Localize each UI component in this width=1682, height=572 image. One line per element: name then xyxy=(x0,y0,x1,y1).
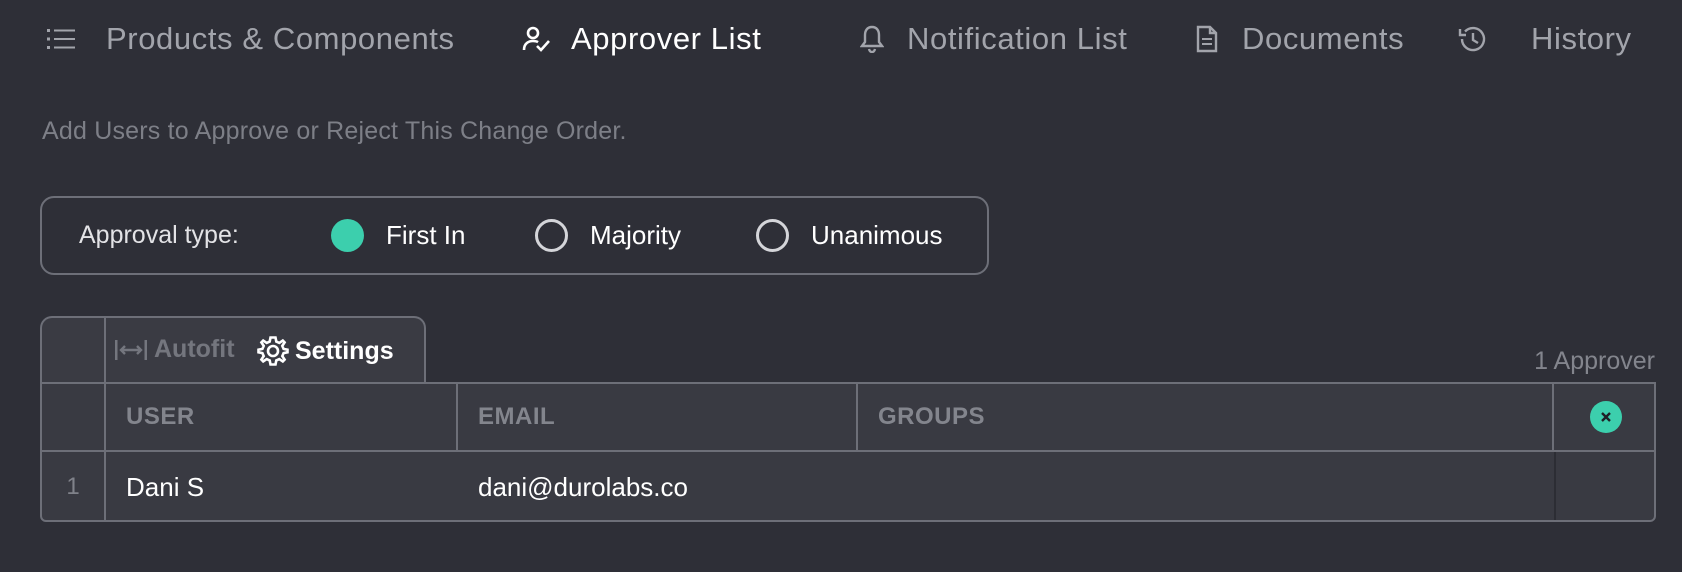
autofit-icon xyxy=(114,338,148,362)
tab-documents[interactable]: Documents xyxy=(1192,18,1404,60)
cell-groups[interactable] xyxy=(858,452,1554,520)
helper-text: Add Users to Approve or Reject This Chan… xyxy=(42,117,627,145)
document-icon xyxy=(1192,24,1222,54)
row-actions-cell xyxy=(1554,452,1654,520)
settings-button[interactable]: Settings xyxy=(257,335,394,367)
tab-bar: Products & Components Approver List Noti… xyxy=(0,0,1682,78)
close-icon xyxy=(1601,412,1611,422)
radio-unanimous[interactable]: Unanimous xyxy=(756,219,943,252)
tab-notification-list[interactable]: Notification List xyxy=(857,18,1127,60)
tab-label: Products & Components xyxy=(106,21,455,56)
user-name: Dani S xyxy=(126,471,205,502)
tab-products-components[interactable]: Products & Components xyxy=(46,18,455,60)
header-index-cell xyxy=(42,384,106,450)
approval-type-group: Approval type: First In Majority Unanimo… xyxy=(40,196,989,275)
tab-approver-list[interactable]: Approver List xyxy=(521,18,761,60)
user-email: dani@durolabs.co xyxy=(478,471,688,502)
clear-all-button[interactable] xyxy=(1590,401,1622,433)
radio-label: Majority xyxy=(590,220,682,250)
settings-label: Settings xyxy=(295,336,394,365)
tab-label: Notification List xyxy=(907,21,1128,56)
table-row[interactable]: 1 Dani S dani@durolabs.co xyxy=(42,452,1654,520)
cell-email[interactable]: dani@durolabs.co xyxy=(458,452,858,520)
approver-table: USER EMAIL GROUPS 1 Dani S dani@durolabs… xyxy=(40,382,1656,522)
tab-label: Documents xyxy=(1242,21,1405,56)
radio-majority[interactable]: Majority xyxy=(535,219,681,252)
tab-label: History xyxy=(1531,21,1632,56)
list-icon xyxy=(46,24,76,54)
radio-checked-icon xyxy=(331,219,364,252)
radio-first-in[interactable]: First In xyxy=(331,219,465,252)
column-header-user[interactable]: USER xyxy=(106,384,458,450)
table-header-row: USER EMAIL GROUPS xyxy=(42,384,1654,452)
radio-unchecked-icon xyxy=(756,219,789,252)
approver-count: 1 Approver xyxy=(1534,347,1655,375)
gear-icon xyxy=(257,335,289,367)
tab-history[interactable]: History xyxy=(1457,18,1632,60)
column-header-groups[interactable]: GROUPS xyxy=(858,384,1554,450)
toolbar-corner xyxy=(42,318,106,382)
row-number: 1 xyxy=(66,473,80,500)
user-check-icon xyxy=(521,24,551,54)
column-header-label: USER xyxy=(126,403,195,430)
radio-label: Unanimous xyxy=(811,220,943,250)
autofit-button[interactable]: Autofit xyxy=(114,335,235,364)
column-header-label: EMAIL xyxy=(478,403,556,430)
radio-label: First In xyxy=(386,220,466,250)
grid-toolbar: Autofit Settings xyxy=(40,316,426,382)
tab-label: Approver List xyxy=(571,21,762,56)
column-header-email[interactable]: EMAIL xyxy=(458,384,858,450)
history-icon xyxy=(1457,24,1487,54)
approval-type-label: Approval type: xyxy=(79,221,239,249)
autofit-label: Autofit xyxy=(154,335,235,363)
cell-user[interactable]: Dani S xyxy=(106,452,458,520)
header-actions-cell xyxy=(1554,384,1654,450)
column-header-label: GROUPS xyxy=(878,403,986,430)
bell-icon xyxy=(857,24,887,54)
row-index-cell: 1 xyxy=(42,452,106,520)
radio-unchecked-icon xyxy=(535,219,568,252)
